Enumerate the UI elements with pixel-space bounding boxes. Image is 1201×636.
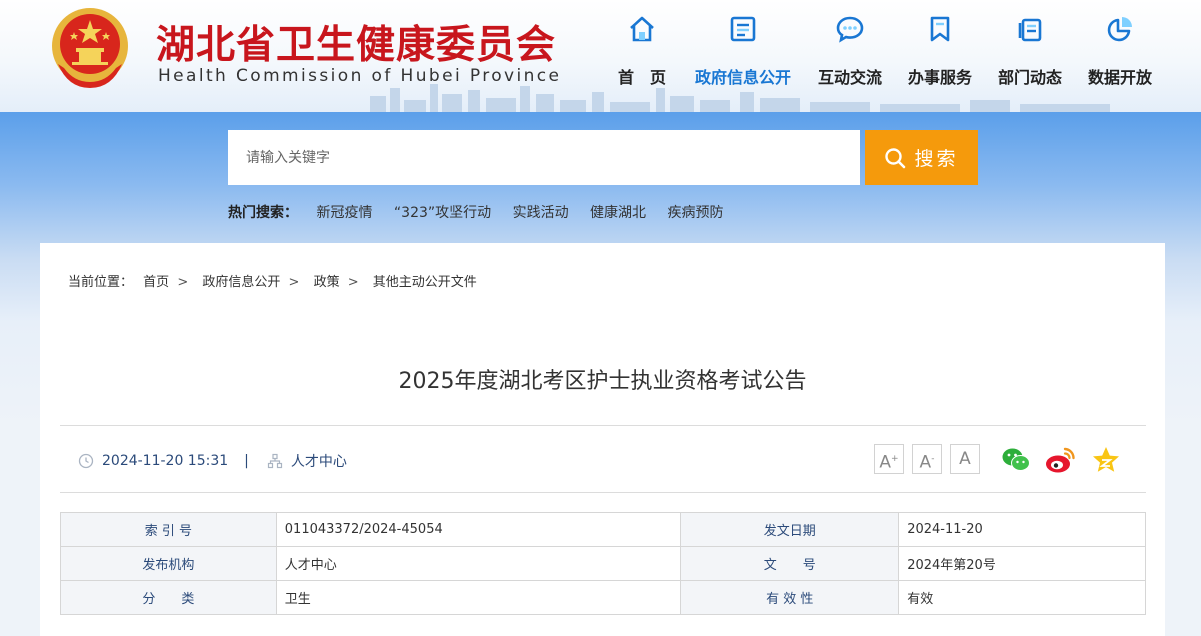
- nav-services[interactable]: 办事服务: [905, 14, 975, 88]
- org-structure-icon: [267, 453, 282, 469]
- issuer-key: 发布机构: [60, 546, 277, 581]
- favorite-star-icon[interactable]: [1090, 444, 1122, 476]
- nav-dept-news[interactable]: 部门动态: [995, 14, 1065, 88]
- nav-open-data-label: 数据开放: [1087, 68, 1152, 87]
- nav-gov-info[interactable]: 政府信息公开: [691, 14, 795, 88]
- breadcrumb-separator: >: [177, 275, 189, 290]
- table-row: 分 类 卫生 有 效 性 有效: [60, 580, 1146, 615]
- nav-dept-news-label: 部门动态: [997, 68, 1062, 87]
- table-row: 索 引 号 011043372/2024-45054 发文日期 2024-11-…: [60, 512, 1146, 547]
- plus-icon: +: [891, 454, 899, 464]
- breadcrumb-separator: >: [347, 275, 359, 290]
- category-key: 分 类: [60, 580, 277, 615]
- search-button[interactable]: 搜索: [865, 130, 978, 185]
- breadcrumb-gov-info[interactable]: 政府信息公开: [202, 275, 280, 290]
- doc-number-value: 2024年第20号: [898, 546, 1146, 581]
- breadcrumb-prefix: 当前位置：: [68, 275, 134, 290]
- search-icon: [885, 147, 906, 168]
- article-card: 当前位置： 首页 > 政府信息公开 > 政策 > 其他主动公开文件 2025年度…: [40, 243, 1165, 636]
- clock-icon: [78, 453, 94, 469]
- index-number-value: 011043372/2024-45054: [275, 512, 682, 547]
- hot-term-covid[interactable]: 新冠疫情: [316, 205, 372, 221]
- hot-term-disease-prevention[interactable]: 疾病预防: [668, 205, 724, 221]
- font-size-large-label: A: [879, 452, 892, 473]
- table-row: 发布机构 人才中心 文 号 2024年第20号: [60, 546, 1146, 581]
- nav-home[interactable]: 首 页: [617, 14, 667, 88]
- article-title: 2025年度湖北考区护士执业资格考试公告: [398, 369, 807, 394]
- font-size-large-button[interactable]: A+: [874, 444, 904, 474]
- nav-interaction[interactable]: 互动交流: [815, 14, 885, 88]
- weibo-icon[interactable]: [1044, 444, 1076, 476]
- font-size-default-label: A: [959, 449, 971, 469]
- issue-date-key: 发文日期: [680, 512, 900, 547]
- national-emblem-logo: [52, 8, 128, 88]
- hot-search-label: 热门搜索：: [228, 205, 298, 221]
- search-button-label: 搜索: [914, 148, 959, 170]
- nav-gov-info-label: 政府信息公开: [694, 68, 791, 87]
- article-source: 人才中心: [290, 454, 347, 470]
- nav-interaction-label: 互动交流: [817, 68, 882, 87]
- site-name[interactable]: 湖北省卫生健康委员会: [156, 14, 556, 70]
- breadcrumb: 当前位置： 首页 > 政府信息公开 > 政策 > 其他主动公开文件: [68, 271, 477, 290]
- issue-date-value: 2024-11-20: [898, 512, 1146, 547]
- validity-key: 有 效 性: [680, 580, 900, 615]
- site-header: 湖北省卫生健康委员会 Health Commission of Hubei Pr…: [0, 0, 1201, 112]
- home-icon: [630, 16, 654, 42]
- issuer-value: 人才中心: [275, 546, 682, 581]
- font-size-medium-label: A: [919, 452, 932, 473]
- document-list-icon: [730, 16, 756, 42]
- document-info-table: 索 引 号 011043372/2024-45054 发文日期 2024-11-…: [60, 512, 1146, 615]
- font-size-default-button[interactable]: A: [950, 444, 980, 474]
- category-value: 卫生: [275, 580, 682, 615]
- font-size-medium-button[interactable]: A-: [912, 444, 942, 474]
- divider: [60, 425, 1146, 426]
- bookmark-icon: [930, 16, 950, 42]
- publish-datetime: 2024-11-20 15:31: [102, 453, 229, 469]
- hot-term-healthy-hubei[interactable]: 健康湖北: [590, 205, 646, 221]
- nav-open-data[interactable]: 数据开放: [1085, 14, 1155, 88]
- breadcrumb-policy[interactable]: 政策: [314, 275, 340, 290]
- doc-number-key: 文 号: [680, 546, 900, 581]
- minus-icon: -: [931, 454, 935, 464]
- article-meta: 2024-11-20 15:31 | 人才中心: [78, 451, 347, 471]
- nav-services-label: 办事服务: [907, 68, 972, 87]
- hot-search: 热门搜索： 新冠疫情 “323”攻坚行动 实践活动 健康湖北 疾病预防: [228, 202, 741, 222]
- breadcrumb-home[interactable]: 首页: [143, 275, 169, 290]
- breadcrumb-separator: >: [288, 275, 300, 290]
- files-icon: [1018, 18, 1042, 42]
- divider: [60, 492, 1146, 493]
- hot-term-practice[interactable]: 实践活动: [513, 205, 569, 221]
- pie-chart-icon: [1107, 17, 1132, 42]
- validity-value: 有效: [898, 580, 1146, 615]
- nav-home-label: 首 页: [617, 68, 666, 87]
- site-name-en: Health Commission of Hubei Province: [158, 66, 562, 86]
- meta-divider: |: [244, 453, 249, 469]
- hot-term-323[interactable]: “323”攻坚行动: [394, 205, 491, 221]
- wechat-icon[interactable]: [1000, 444, 1032, 476]
- search-input[interactable]: [228, 130, 860, 185]
- chat-bubble-icon: [836, 16, 864, 43]
- breadcrumb-other-files[interactable]: 其他主动公开文件: [373, 275, 477, 290]
- index-number-key: 索 引 号: [60, 512, 277, 547]
